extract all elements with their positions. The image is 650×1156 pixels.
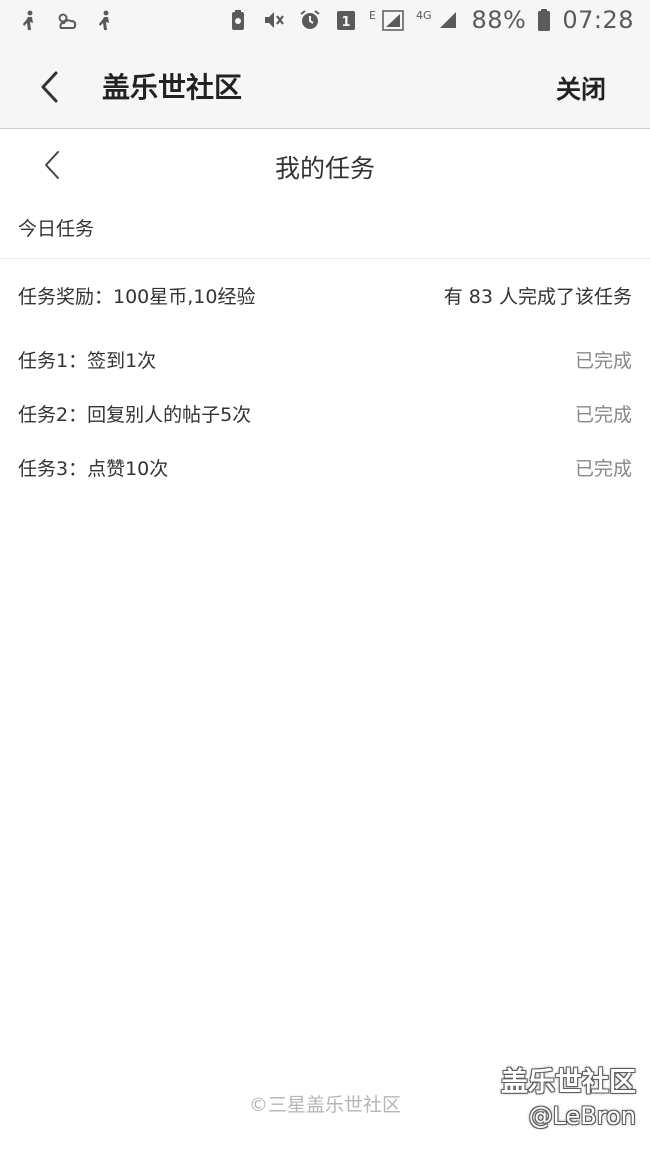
task-row: 任务3：点赞10次 已完成 [18, 454, 632, 484]
app-header: 盖乐世社区 关闭 [0, 46, 650, 129]
task-label: 任务1：签到1次 [18, 350, 157, 372]
status-bar: 1 E 4G 88% 07:28 [0, 0, 650, 46]
person-walk-icon [16, 8, 42, 34]
alarm-icon [297, 7, 323, 33]
weather-icon [54, 8, 80, 34]
battery-percent: 88% [471, 6, 527, 34]
page-header: 我的任务 [0, 129, 650, 201]
network-4g-label: 4G [415, 8, 432, 22]
signal-icon [435, 7, 461, 33]
watermark-user: @LeBron [528, 1102, 636, 1130]
task-status: 已完成 [574, 404, 632, 426]
app-back-button[interactable] [30, 68, 68, 106]
notification-count: 1 [341, 15, 350, 30]
battery-icon [536, 7, 552, 33]
watermark: 盖乐世社区 @LeBron [501, 1066, 636, 1132]
watermark-title: 盖乐世社区 [501, 1067, 636, 1098]
divider [0, 258, 650, 259]
task-label: 任务2：回复别人的帖子5次 [18, 404, 252, 426]
section-label: 今日任务 [18, 218, 95, 240]
task-label: 任务3：点赞10次 [18, 458, 169, 480]
reward-row: 任务奖励：100星币,10经验 有 83 人完成了该任务 [18, 282, 632, 312]
person-walk-icon [92, 8, 118, 34]
task-row: 任务2：回复别人的帖子5次 已完成 [18, 400, 632, 430]
status-right-icons: 1 E 4G 88% 07:28 [225, 6, 634, 34]
page-title: 我的任务 [274, 154, 375, 183]
close-button[interactable]: 关闭 [556, 70, 606, 106]
chevron-left-icon [41, 71, 58, 103]
task-status: 已完成 [574, 350, 632, 372]
network-e-label: E [369, 8, 376, 22]
signal-icon [380, 7, 406, 33]
page: 1 E 4G 88% 07:28 盖乐世社区 关闭 我的任务 今日任务 任务奖励… [0, 0, 650, 1156]
app-title: 盖乐世社区 [102, 71, 243, 104]
mute-icon [261, 7, 287, 33]
completed-count-text: 有 83 人完成了该任务 [443, 286, 632, 308]
reward-text: 任务奖励：100星币,10经验 [18, 286, 256, 308]
status-left-icons [16, 8, 118, 34]
calendar-icon: 1 [333, 7, 359, 33]
task-status: 已完成 [574, 458, 632, 480]
status-time: 07:28 [562, 6, 634, 34]
task-row: 任务1：签到1次 已完成 [18, 346, 632, 376]
recycle-battery-icon [225, 7, 251, 33]
